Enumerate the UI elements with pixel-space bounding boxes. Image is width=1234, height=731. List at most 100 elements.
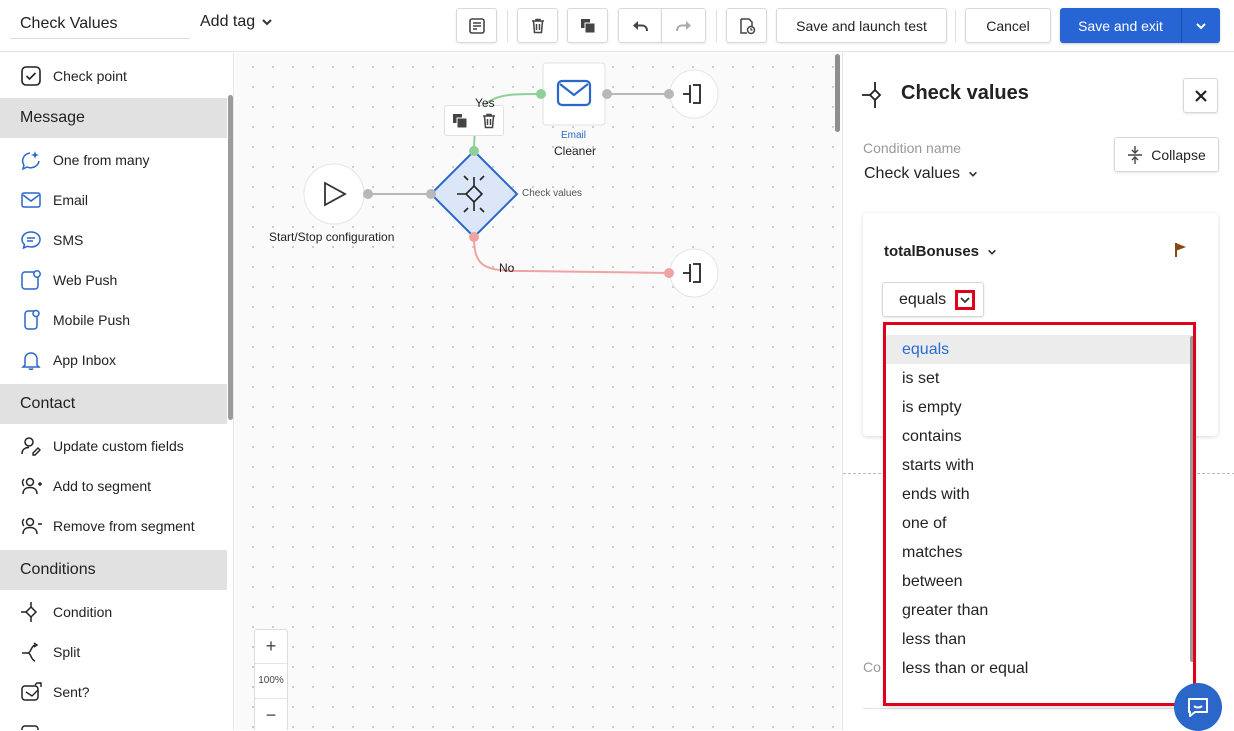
- copy-button[interactable]: [567, 8, 608, 43]
- operator-dropdown-toggle[interactable]: [955, 290, 975, 310]
- input-port[interactable]: [536, 89, 546, 99]
- sidebar-item-label: Check point: [53, 67, 127, 84]
- operator-option-ends-with[interactable]: ends with: [885, 480, 1194, 509]
- operator-option-one-of[interactable]: one of: [885, 509, 1194, 538]
- sidebar-item-label: Split: [53, 644, 81, 660]
- operator-option-matches[interactable]: matches: [885, 538, 1194, 567]
- check-values-node[interactable]: [429, 149, 519, 239]
- collapse-button[interactable]: Collapse: [1114, 137, 1219, 172]
- sidebar-item-web-push[interactable]: Web Push: [0, 260, 227, 300]
- collapse-label: Collapse: [1151, 146, 1206, 163]
- sidebar-item-one-from-many[interactable]: One from many: [0, 140, 227, 180]
- sidebar-item-label: Mobile Push: [53, 312, 131, 328]
- close-icon: [1194, 89, 1207, 102]
- end-node-yes[interactable]: [669, 69, 719, 119]
- yes-port[interactable]: [469, 146, 479, 156]
- delete-button[interactable]: [517, 8, 558, 43]
- email-node-name: Cleaner: [554, 144, 597, 158]
- sidebar-item-condition[interactable]: Condition: [0, 592, 227, 632]
- input-port[interactable]: [664, 89, 674, 99]
- sidebar-item-app-inbox[interactable]: App Inbox: [0, 340, 227, 380]
- scenario-title-input[interactable]: [10, 9, 190, 39]
- sidebar-item-remove-from-segment[interactable]: Remove from segment: [0, 506, 227, 546]
- notes-button[interactable]: [456, 8, 497, 43]
- sidebar-item-sent[interactable]: Sent?: [0, 672, 227, 712]
- users-add-icon: [20, 475, 42, 497]
- operator-option-less-than-or-equal[interactable]: less than or equal: [885, 654, 1194, 683]
- condition-diamond-icon: [862, 82, 882, 108]
- save-options-dropdown[interactable]: [1181, 8, 1220, 43]
- sidebar-section-conditions: Conditions: [0, 550, 227, 590]
- sidebar-item-label: Update custom fields: [53, 438, 184, 454]
- copy-icon: [580, 18, 595, 33]
- sidebar-item-add-to-segment[interactable]: Add to segment: [0, 466, 227, 506]
- no-port[interactable]: [469, 232, 479, 242]
- sidebar-item-label: SMS: [53, 232, 84, 248]
- test-history-button[interactable]: [726, 8, 767, 43]
- checkbox-icon: [20, 65, 42, 87]
- operator-option-is-set[interactable]: is set: [885, 364, 1194, 393]
- chat-bubble-icon: [20, 229, 42, 251]
- zoom-in-button[interactable]: +: [255, 630, 287, 663]
- undo-button[interactable]: [618, 8, 662, 43]
- zoom-level: 100%: [255, 663, 287, 699]
- sidebar-item-label: Email: [53, 192, 89, 208]
- sidebar-scrollbar[interactable]: [228, 95, 233, 420]
- cancel-button[interactable]: Cancel: [965, 8, 1051, 43]
- save-and-exit-group: Save and exit: [1060, 8, 1220, 43]
- sidebar-item-mobile-push[interactable]: Mobile Push: [0, 300, 227, 340]
- operator-option-contains[interactable]: contains: [885, 422, 1194, 451]
- sidebar-item-split[interactable]: Split: [0, 632, 227, 672]
- panel-title: Check values: [901, 82, 1029, 104]
- check-values-node-label: Check values: [522, 188, 583, 199]
- sidebar-item-sms[interactable]: SMS: [0, 220, 227, 260]
- output-port[interactable]: [363, 189, 373, 199]
- canvas-scrollbar[interactable]: [835, 54, 840, 132]
- save-and-exit-button[interactable]: Save and exit: [1060, 8, 1181, 43]
- operator-select[interactable]: equals: [882, 282, 984, 317]
- operator-option-starts-with[interactable]: starts with: [885, 451, 1194, 480]
- copy-icon[interactable]: [451, 112, 469, 130]
- save-and-launch-test-button[interactable]: Save and launch test: [776, 8, 947, 43]
- output-port[interactable]: [602, 89, 612, 99]
- obscured-label: Co: [863, 659, 881, 675]
- email-node-type: Email: [561, 130, 587, 141]
- field-selector[interactable]: totalBonuses: [884, 243, 997, 260]
- chat-icon: [1188, 698, 1208, 717]
- sidebar-item-partial[interactable]: [0, 712, 227, 730]
- add-tag-dropdown[interactable]: Add tag: [200, 13, 273, 31]
- start-stop-node[interactable]: [303, 163, 365, 225]
- sidebar-item-email[interactable]: Email: [0, 180, 227, 220]
- dropdown-scrollbar[interactable]: [1190, 336, 1194, 662]
- workflow-canvas[interactable]: Yes No Start/Stop configuration Check va…: [235, 53, 841, 730]
- operator-option-equals[interactable]: equals: [885, 335, 1194, 364]
- close-panel-button[interactable]: [1183, 78, 1218, 113]
- zoom-controls: + 100% −: [254, 629, 288, 730]
- mobile-push-icon: [20, 309, 42, 331]
- condition-name-dropdown[interactable]: Check values: [864, 165, 978, 183]
- chevron-down-icon: [969, 171, 977, 177]
- sidebar-item-check-point[interactable]: Check point: [0, 53, 227, 98]
- chevron-down-icon: [960, 297, 970, 304]
- zoom-out-button[interactable]: −: [255, 699, 287, 730]
- partial-icon: [20, 721, 42, 730]
- yes-label: Yes: [475, 96, 495, 110]
- input-port[interactable]: [426, 189, 436, 199]
- connections-layer: [303, 62, 719, 298]
- operator-option-is-empty[interactable]: is empty: [885, 393, 1194, 422]
- input-port[interactable]: [664, 268, 674, 278]
- end-node-no[interactable]: [669, 248, 719, 298]
- chevron-down-icon: [262, 19, 272, 26]
- operator-option-less-than[interactable]: less than: [885, 625, 1194, 654]
- add-tag-label: Add tag: [200, 13, 256, 30]
- redo-icon: [675, 20, 691, 31]
- operator-option-between[interactable]: between: [885, 567, 1194, 596]
- support-chat-button[interactable]: [1174, 683, 1222, 731]
- trash-icon[interactable]: [480, 112, 498, 130]
- operator-option-greater-than[interactable]: greater than: [885, 596, 1194, 625]
- redo-button[interactable]: [661, 8, 706, 43]
- flag-icon[interactable]: [1174, 242, 1188, 258]
- sidebar-item-update-custom-fields[interactable]: Update custom fields: [0, 426, 227, 466]
- email-node[interactable]: [542, 62, 606, 126]
- users-remove-icon: [20, 515, 42, 537]
